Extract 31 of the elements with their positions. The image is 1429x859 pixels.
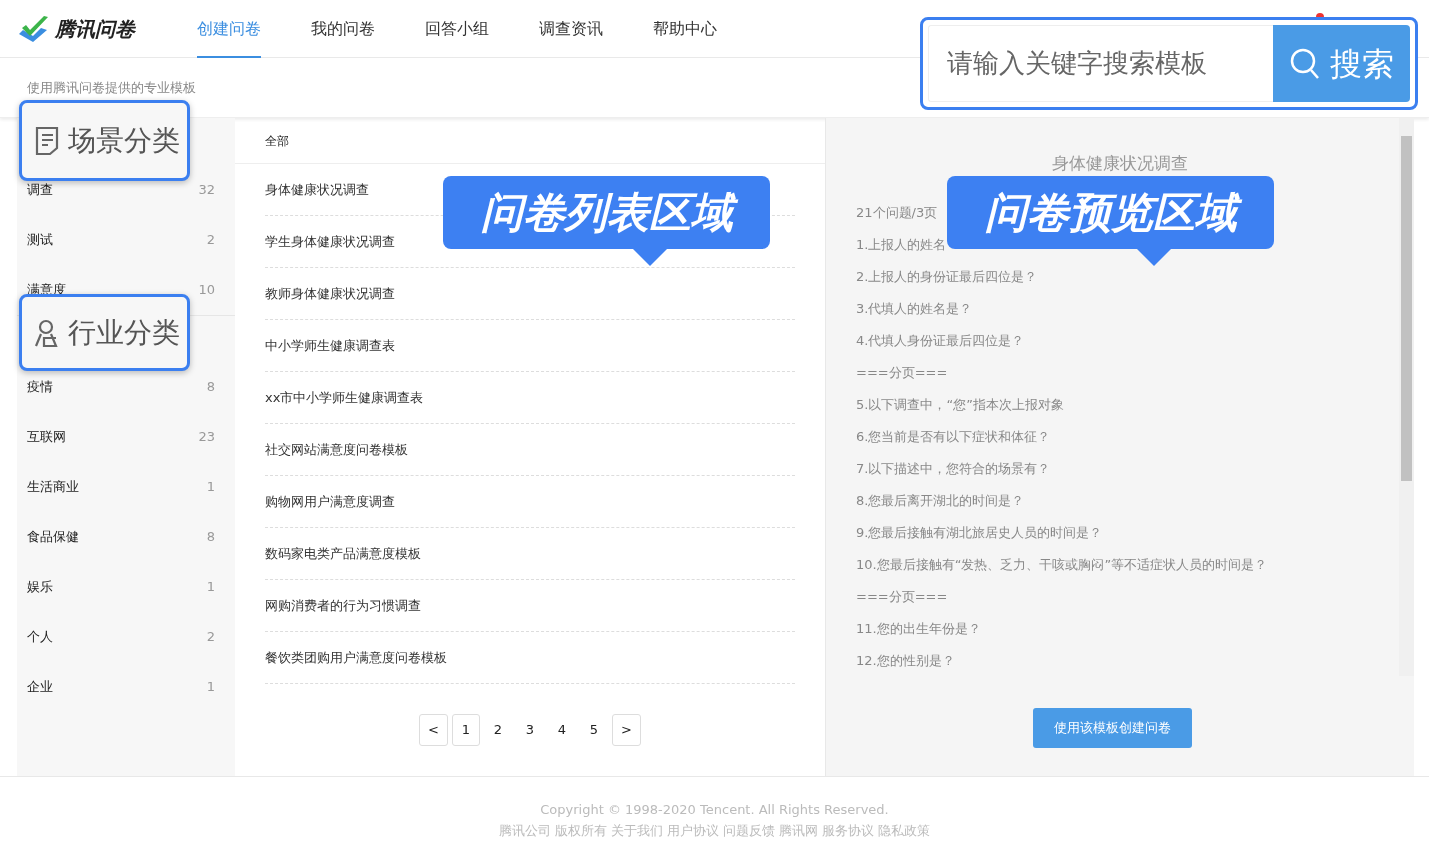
preview-title: 身体健康状况调查 (1051, 152, 1189, 175)
question-text: 3.代填人的姓名是？ (856, 299, 973, 318)
question-text: ===分页=== (856, 587, 948, 606)
copyright-text: Copyright © 1998-2020 Tencent. All Rights Reserved. (539, 801, 890, 819)
category-count: 1 (206, 578, 215, 597)
category-count: 10 (198, 281, 215, 300)
question-text: 12.您的性别是？ (856, 651, 955, 670)
question-text: 7.以下描述中，您符合的场景有？ (856, 459, 1051, 478)
category-count: 23 (198, 428, 215, 447)
question-text: 9.您最后接触有湖北旅居史人员的时间是？ (856, 523, 1103, 542)
question-text: 6.您当前是否有以下症状和体征？ (856, 427, 1051, 446)
logo-text: 腾讯问卷 (55, 15, 135, 43)
category-count: 2 (206, 628, 215, 647)
question-summary: 21个问题/3页 (856, 203, 938, 222)
category-count: 2 (206, 231, 215, 250)
question-text: ===分页=== (856, 363, 948, 382)
category-count: 8 (206, 378, 215, 397)
question-text: 8.您最后离开湖北的时间是？ (856, 491, 1025, 510)
question-text: 10.您最后接触有“发热、乏力、干咳或胸闷”等不适症状人员的时间是？ (856, 555, 1268, 574)
callout-text: 场景分类 (68, 122, 180, 159)
question-text: 2.上报人的身份证最后四位是？ (856, 267, 1038, 286)
category-count: 1 (206, 678, 215, 697)
question-text: 5.以下调查中，“您”指本次上报对象 (856, 395, 1064, 414)
question-text: 4.代填人身份证最后四位是？ (856, 331, 1025, 350)
question-text: 11.您的出生年份是？ (856, 619, 981, 638)
category-count: 1 (206, 478, 215, 497)
callout-text: 行业分类 (68, 314, 180, 351)
category-count: 8 (206, 528, 215, 547)
question-text: 1.上报人的姓名 (856, 235, 947, 254)
category-count: 32 (198, 181, 215, 200)
region-tooltip: 问卷预览区域 (947, 176, 1274, 266)
